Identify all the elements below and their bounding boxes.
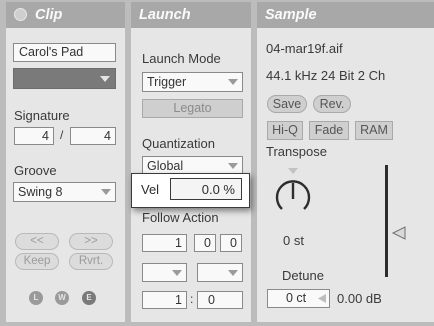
quantization-value: Global — [147, 159, 184, 173]
follow-action-chance-b[interactable]: 0 — [197, 291, 243, 309]
gain-slider-track[interactable] — [385, 165, 388, 277]
transpose-center-marker-icon — [288, 168, 298, 174]
chevron-down-icon — [228, 79, 238, 85]
nudge-back-button[interactable]: << — [15, 233, 59, 250]
detune-value: 0 ct — [286, 291, 307, 305]
gain-slider-handle-icon[interactable] — [391, 226, 407, 240]
sample-file-name: 04-mar19f.aif — [266, 41, 343, 56]
clip-color-chooser[interactable] — [13, 68, 116, 89]
chevron-down-icon — [172, 270, 182, 276]
keep-button[interactable]: Keep — [15, 253, 59, 270]
follow-action-time-sixteenths[interactable]: 0 — [220, 234, 242, 252]
rev-button[interactable]: Rev. — [313, 95, 351, 113]
launch-panel: Launch Launch Mode Trigger Legato Quanti… — [131, 2, 251, 322]
transpose-value: 0 st — [283, 233, 304, 248]
gain-value: 0.00 dB — [337, 291, 382, 306]
ram-button[interactable]: RAM — [355, 121, 393, 140]
groove-label: Groove — [14, 163, 57, 178]
velocity-label: Vel — [141, 182, 160, 197]
sample-file-info: 44.1 kHz 24 Bit 2 Ch — [266, 68, 386, 83]
chevron-down-icon — [100, 76, 110, 82]
sample-panel: Sample 04-mar19f.aif 44.1 kHz 24 Bit 2 C… — [257, 2, 434, 322]
nudge-forward-button[interactable]: >> — [69, 233, 113, 250]
clip-name-field[interactable]: Carol's Pad — [13, 43, 116, 62]
velocity-field[interactable]: 0.0 % — [170, 178, 242, 200]
clip-panel: Clip Carol's Pad Signature 4 / 4 Groove … — [6, 2, 125, 322]
groove-value: Swing 8 — [18, 185, 63, 199]
signature-label: Signature — [14, 108, 70, 123]
follow-action-b-chooser[interactable] — [197, 263, 243, 282]
loop-icon[interactable]: L — [29, 291, 43, 305]
follow-action-time-beats[interactable]: 0 — [194, 234, 216, 252]
clip-activator-icon[interactable] — [14, 8, 27, 21]
revert-button[interactable]: Rvrt. — [69, 253, 113, 270]
transpose-knob[interactable] — [271, 164, 331, 226]
launch-panel-title: Launch — [139, 7, 191, 23]
signature-numerator[interactable]: 4 — [14, 127, 54, 145]
legato-button[interactable]: Legato — [142, 99, 243, 118]
velocity-popup: Vel 0.0 % — [131, 173, 250, 208]
launch-panel-header: Launch — [131, 2, 251, 28]
follow-action-time-bars[interactable]: 1 — [142, 234, 187, 252]
launch-mode-label: Launch Mode — [142, 51, 221, 66]
chevron-down-icon — [228, 163, 238, 169]
detune-label: Detune — [282, 268, 324, 283]
follow-action-chance-a[interactable]: 1 — [142, 291, 187, 309]
groove-chooser[interactable]: Swing 8 — [13, 182, 116, 202]
signature-denominator[interactable]: 4 — [70, 127, 116, 145]
clip-panel-title: Clip — [35, 7, 63, 23]
quantization-label: Quantization — [142, 136, 215, 151]
detune-arrow-icon — [318, 294, 326, 303]
sample-panel-header: Sample — [257, 2, 434, 28]
warp-icon[interactable]: W — [55, 291, 69, 305]
chevron-down-icon — [228, 270, 238, 276]
sample-panel-title: Sample — [265, 7, 317, 23]
fade-button[interactable]: Fade — [309, 121, 349, 140]
envelope-icon[interactable]: E — [82, 291, 96, 305]
detune-field[interactable]: 0 ct — [267, 289, 330, 308]
signature-separator: / — [60, 128, 64, 142]
clip-panel-header: Clip — [6, 2, 125, 28]
save-button[interactable]: Save — [267, 95, 307, 113]
launch-mode-value: Trigger — [147, 75, 187, 89]
hi-q-button[interactable]: Hi-Q — [267, 121, 303, 140]
velocity-value: 0.0 % — [201, 182, 235, 197]
transpose-label: Transpose — [266, 144, 327, 159]
follow-action-label: Follow Action — [142, 210, 219, 225]
chance-separator: : — [190, 292, 194, 306]
chevron-down-icon — [101, 189, 111, 195]
launch-mode-chooser[interactable]: Trigger — [142, 72, 243, 92]
follow-action-a-chooser[interactable] — [142, 263, 187, 282]
